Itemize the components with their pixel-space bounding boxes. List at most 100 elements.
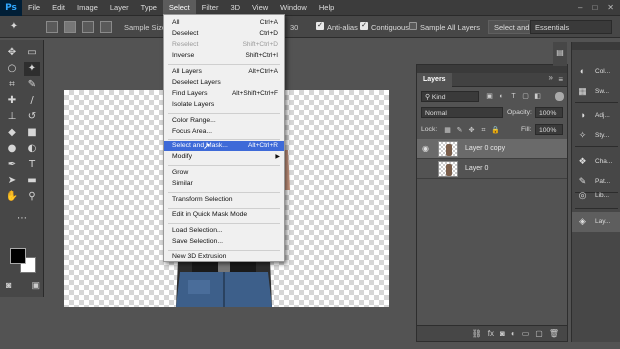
healing-brush-tool-icon[interactable]: ✚	[4, 94, 20, 108]
menu-item-load-selection[interactable]: Load Selection...	[164, 226, 284, 236]
menu-item-all[interactable]: All Ctrl+A	[164, 18, 284, 28]
brush-tool-icon[interactable]: /	[24, 94, 40, 108]
type-tool-icon[interactable]: T	[24, 158, 40, 172]
dock-styles[interactable]: ✧ Sty...	[572, 126, 620, 146]
maximize-button[interactable]: □	[592, 3, 597, 12]
select-and-mask-button[interactable]: Select and	[488, 20, 536, 34]
menu-item-inverse[interactable]: Inverse Shift+Ctrl+I	[164, 51, 284, 61]
menu-file[interactable]: File	[22, 0, 46, 16]
menu-item-edit-in-quick-mask[interactable]: Edit in Quick Mask Mode	[164, 210, 284, 220]
dock-swatches[interactable]: ▦ Sw...	[572, 82, 620, 102]
add-mask-icon[interactable]: ◙	[500, 329, 505, 338]
contiguous-checkbox[interactable]: ✓	[360, 22, 368, 30]
minimize-button[interactable]: –	[578, 3, 582, 12]
pixel-filter-icon[interactable]: ▣	[485, 92, 494, 101]
quick-mask-icon[interactable]: ◙	[6, 280, 11, 291]
blur-tool-icon[interactable]: ●	[4, 142, 20, 156]
dock-channels[interactable]: ❖ Cha...	[572, 152, 620, 172]
anti-alias-checkbox[interactable]: ✓	[316, 22, 324, 30]
menu-item-focus-area[interactable]: Focus Area...	[164, 127, 284, 137]
menu-item-similar[interactable]: Similar	[164, 179, 284, 189]
link-layers-icon[interactable]: ⛓	[472, 329, 482, 338]
eraser-tool-icon[interactable]: ◆	[4, 126, 20, 140]
menu-help[interactable]: Help	[313, 0, 340, 16]
menu-item-find-layers[interactable]: Find Layers Alt+Shift+Ctrl+F	[164, 89, 284, 99]
adjustment-filter-icon[interactable]: ◐	[497, 92, 506, 101]
move-tool-icon[interactable]: ✥	[4, 46, 20, 60]
screen-mode-icon[interactable]: ▣	[31, 280, 40, 291]
dock-libraries[interactable]: ◎ Lib...	[572, 186, 620, 206]
gradient-tool-icon[interactable]: ■	[24, 126, 40, 140]
blend-mode-dropdown[interactable]: Normal	[421, 107, 503, 118]
dock-adjustments[interactable]: ◑ Adj...	[572, 106, 620, 126]
menu-type[interactable]: Type	[135, 0, 163, 16]
adjustment-layer-icon[interactable]: ◐	[511, 329, 516, 338]
menu-item-color-range[interactable]: Color Range...	[164, 116, 284, 126]
lock-image-icon[interactable]: ✎	[455, 126, 464, 135]
opacity-input[interactable]: 100%	[535, 107, 563, 118]
magic-wand-tool-preset-icon[interactable]: ✦	[6, 20, 22, 34]
tolerance-value[interactable]: 30	[290, 23, 298, 32]
zoom-tool-icon[interactable]: ⚲	[24, 190, 40, 204]
history-icon[interactable]: ▤	[553, 46, 567, 60]
layer-row-layer-0-copy[interactable]: ◉ Layer 0 copy	[417, 139, 567, 159]
dock-color[interactable]: ◐ Col...	[572, 62, 620, 82]
menu-item-select-and-mask[interactable]: Select and Mask... Alt+Ctrl+R	[164, 141, 284, 151]
intersect-selection-icon[interactable]	[100, 21, 112, 33]
menu-layer[interactable]: Layer	[104, 0, 135, 16]
workspace-dropdown[interactable]: Essentials	[530, 20, 612, 34]
close-button[interactable]: ✕	[607, 3, 614, 12]
shape-filter-icon[interactable]: ▢	[521, 92, 530, 101]
menu-item-save-selection[interactable]: Save Selection...	[164, 237, 284, 247]
subtract-from-selection-icon[interactable]	[82, 21, 94, 33]
type-filter-icon[interactable]: T	[509, 92, 518, 101]
lock-artboard-icon[interactable]: ⌗	[479, 126, 488, 135]
menu-image[interactable]: Image	[71, 0, 104, 16]
sample-all-layers-checkbox[interactable]	[409, 22, 417, 30]
menu-item-all-layers[interactable]: All Layers Alt+Ctrl+A	[164, 67, 284, 77]
menu-item-modify[interactable]: Modify ▶	[164, 152, 284, 162]
crop-tool-icon[interactable]: ⌗	[4, 78, 20, 92]
styles-icon: ✧	[578, 130, 587, 140]
new-group-icon[interactable]: ▭	[522, 329, 530, 338]
lock-all-icon[interactable]: 🔒	[491, 126, 500, 135]
history-brush-tool-icon[interactable]: ↺	[24, 110, 40, 124]
magic-wand-tool-icon[interactable]: ✦	[24, 62, 40, 76]
path-selection-tool-icon[interactable]: ➤	[4, 174, 20, 188]
new-layer-icon[interactable]: ▢	[535, 329, 543, 338]
menu-item-grow[interactable]: Grow	[164, 168, 284, 178]
lasso-tool-icon[interactable]: ○	[4, 62, 20, 76]
lock-position-icon[interactable]: ✥	[467, 126, 476, 135]
filter-toggle-icon[interactable]	[555, 92, 564, 101]
kind-filter-dropdown[interactable]: ⚲ Kind	[421, 91, 479, 102]
new-selection-icon[interactable]	[46, 21, 58, 33]
visibility-eye-icon[interactable]: ◉	[422, 144, 432, 153]
artboard-tool-icon[interactable]: ▭	[24, 46, 40, 60]
dodge-tool-icon[interactable]: ◐	[24, 142, 40, 156]
rectangle-tool-icon[interactable]: ▬	[24, 174, 40, 188]
menu-edit[interactable]: Edit	[46, 0, 71, 16]
menu-item-deselect-layers[interactable]: Deselect Layers	[164, 78, 284, 88]
layer-row-layer-0[interactable]: Layer 0	[417, 159, 567, 179]
menu-item-new-3d-extrusion[interactable]: New 3D Extrusion	[164, 252, 284, 262]
hand-tool-icon[interactable]: ✋	[4, 190, 20, 204]
lock-transparent-icon[interactable]: ▦	[443, 126, 452, 135]
add-to-selection-icon[interactable]	[64, 21, 76, 33]
trash-icon[interactable]: 🗑	[549, 329, 559, 338]
fx-icon[interactable]: fx	[488, 329, 494, 338]
clone-stamp-tool-icon[interactable]: ⊥	[4, 110, 20, 124]
foreground-color-swatch[interactable]	[10, 248, 26, 264]
eyedropper-tool-icon[interactable]: ✎	[24, 78, 40, 92]
fill-input[interactable]: 100%	[535, 124, 563, 135]
panel-menu-icon[interactable]: ≡	[558, 75, 563, 84]
smart-object-filter-icon[interactable]: ◧	[533, 92, 542, 101]
lock-label: Lock:	[421, 126, 438, 133]
tab-layers[interactable]: Layers	[417, 73, 452, 87]
collapse-icon[interactable]: »	[549, 73, 553, 82]
menu-item-transform-selection[interactable]: Transform Selection	[164, 195, 284, 205]
menu-item-isolate-layers[interactable]: Isolate Layers	[164, 100, 284, 110]
menu-item-deselect[interactable]: Deselect Ctrl+D	[164, 29, 284, 39]
pen-tool-icon[interactable]: ✒	[4, 158, 20, 172]
dock-layers[interactable]: ◈ Lay...	[572, 212, 620, 232]
more-tools-icon[interactable]: ⋯	[14, 212, 30, 226]
